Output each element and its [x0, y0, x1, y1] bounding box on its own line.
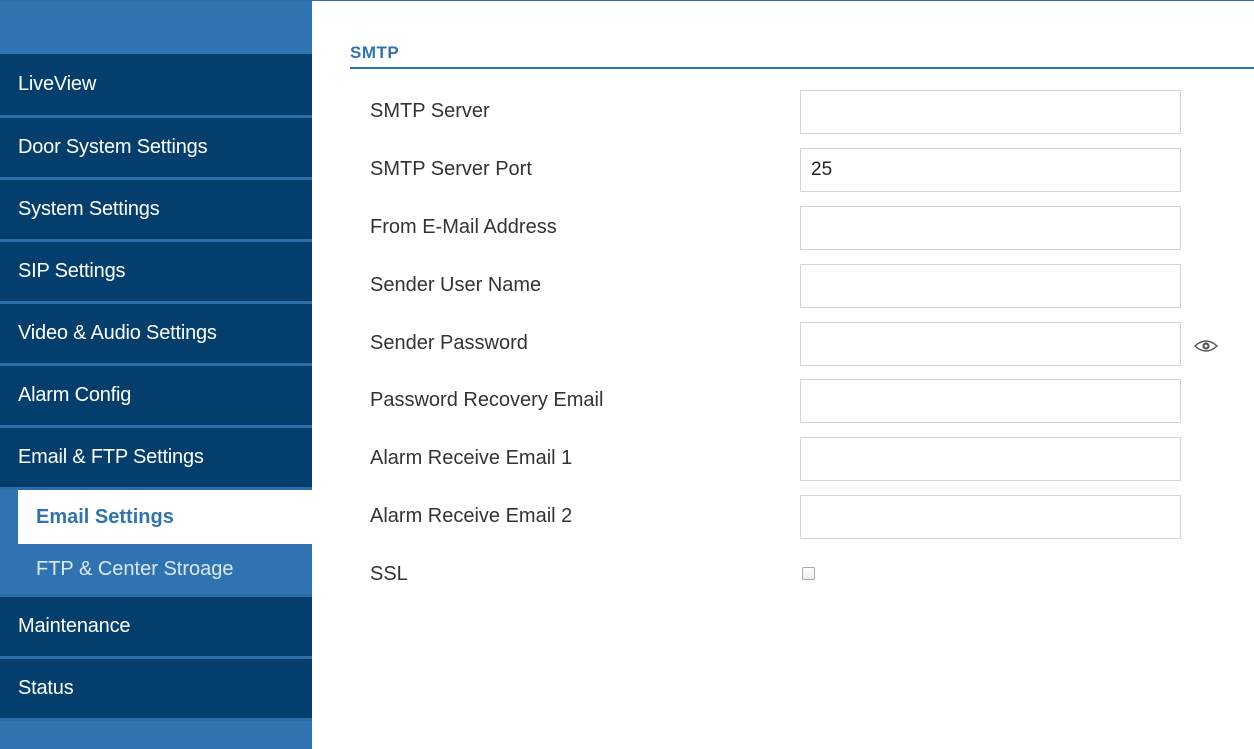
sidebar-item-alarm-config[interactable]: Alarm Config — [0, 366, 312, 428]
sidebar-item-status[interactable]: Status — [0, 659, 312, 721]
sidebar-item-sip-settings[interactable]: SIP Settings — [0, 242, 312, 304]
sidebar-item-label: Video & Audio Settings — [18, 322, 217, 344]
sidebar-item-label: Status — [18, 677, 74, 699]
sidebar-subitem-label: FTP & Center Stroage — [36, 557, 234, 580]
form-row-smtp-port: SMTP Server Port — [370, 148, 1250, 192]
sidebar-item-video-audio-settings[interactable]: Video & Audio Settings — [0, 304, 312, 366]
sidebar-item-label: Door System Settings — [18, 136, 208, 158]
sidebar-item-label: Email & FTP Settings — [18, 446, 204, 468]
from-email-input[interactable] — [800, 206, 1181, 250]
sidebar-item-maintenance[interactable]: Maintenance — [0, 594, 312, 659]
sender-user-input[interactable] — [800, 264, 1181, 308]
form-row-ssl: SSL — [370, 553, 1250, 597]
smtp-port-label: SMTP Server Port — [370, 158, 532, 180]
form-row-sender-user: Sender User Name — [370, 264, 1250, 308]
recovery-email-label: Password Recovery Email — [370, 389, 604, 411]
sender-password-input[interactable] — [800, 322, 1181, 366]
sidebar-subitem-email-settings[interactable]: Email Settings — [18, 490, 312, 544]
alarm-email-1-input[interactable] — [800, 437, 1181, 481]
sidebar-header — [0, 1, 312, 54]
sidebar-item-door-system-settings[interactable]: Door System Settings — [0, 118, 312, 180]
page: LiveView Door System Settings System Set… — [0, 0, 1254, 749]
sidebar-item-label: Maintenance — [18, 615, 131, 637]
alarm-email-2-input[interactable] — [800, 495, 1181, 539]
sidebar-item-email-ftp-settings[interactable]: Email & FTP Settings — [0, 428, 312, 490]
sidebar-item-liveview[interactable]: LiveView — [0, 54, 312, 118]
sender-password-label: Sender Password — [370, 332, 528, 354]
sidebar-item-label: LiveView — [18, 73, 97, 95]
sidebar-item-label: System Settings — [18, 198, 160, 220]
alarm-email-1-label: Alarm Receive Email 1 — [370, 447, 573, 469]
recovery-email-input[interactable] — [800, 379, 1181, 423]
form-row-sender-password: Sender Password — [370, 322, 1250, 366]
form-row-recovery-email: Password Recovery Email — [370, 379, 1250, 423]
form-row-alarm-email-1: Alarm Receive Email 1 — [370, 437, 1250, 481]
ssl-checkbox[interactable] — [802, 567, 815, 580]
eye-icon[interactable] — [1194, 339, 1218, 353]
from-email-label: From E-Mail Address — [370, 216, 557, 238]
sidebar: LiveView Door System Settings System Set… — [0, 1, 312, 749]
smtp-port-input[interactable] — [800, 148, 1181, 192]
section-divider — [350, 67, 1254, 69]
smtp-server-label: SMTP Server — [370, 100, 490, 122]
smtp-server-input[interactable] — [800, 90, 1181, 134]
alarm-email-2-label: Alarm Receive Email 2 — [370, 505, 573, 527]
sidebar-item-label: SIP Settings — [18, 260, 126, 282]
main-content: SMTP SMTP Server SMTP Server Port From E… — [312, 1, 1254, 749]
ssl-label: SSL — [370, 563, 408, 585]
sidebar-item-system-settings[interactable]: System Settings — [0, 180, 312, 242]
section-title: SMTP — [350, 43, 400, 62]
form-row-from-email: From E-Mail Address — [370, 206, 1250, 250]
form-row-alarm-email-2: Alarm Receive Email 2 — [370, 495, 1250, 539]
sidebar-subitem-ftp-center-storage[interactable]: FTP & Center Stroage — [0, 544, 312, 594]
sidebar-item-label: Alarm Config — [18, 384, 132, 406]
sidebar-subitem-label: Email Settings — [36, 505, 174, 528]
form-row-smtp-server: SMTP Server — [370, 90, 1250, 134]
sender-user-label: Sender User Name — [370, 274, 542, 296]
